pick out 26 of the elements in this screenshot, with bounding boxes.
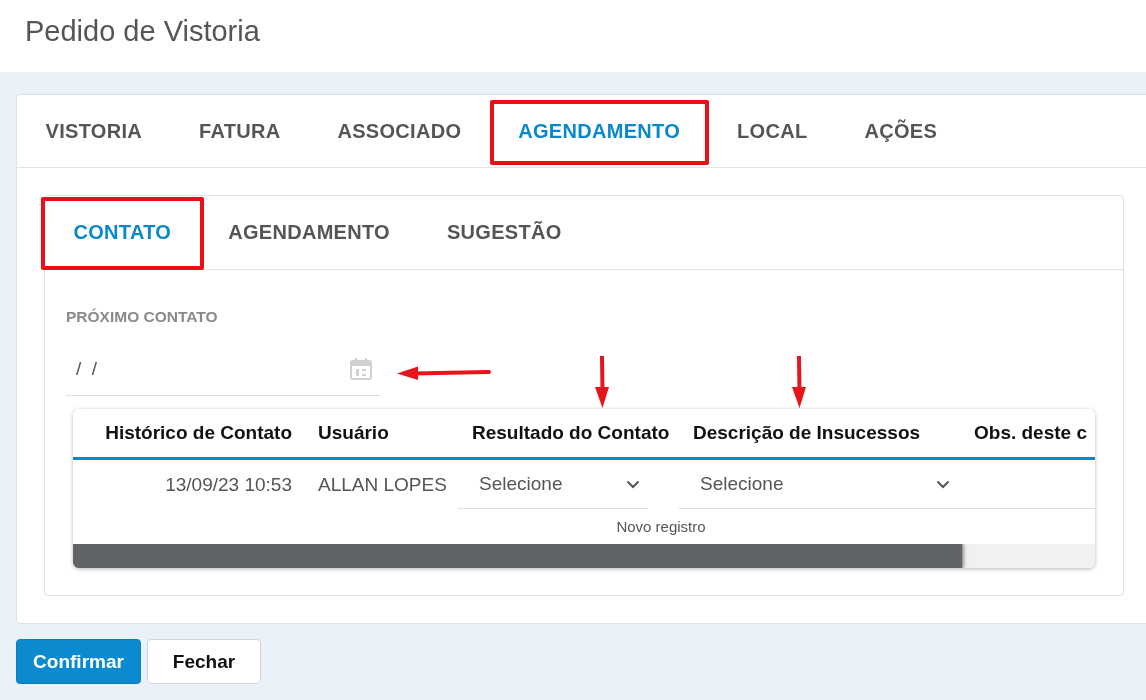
tab[interactable]: ASSOCIADO (308, 95, 490, 167)
tab[interactable]: LOCAL (708, 95, 836, 167)
table-cell: ALLAN LOPES (318, 473, 447, 496)
tab[interactable]: AGENDAMENTO (489, 95, 709, 167)
tab[interactable]: CONTATO (45, 196, 200, 269)
close-button[interactable]: Fechar (147, 639, 261, 684)
column-header: Descrição de Insucessos (693, 422, 921, 444)
page-title: Pedido de Vistoria (25, 14, 260, 49)
tab[interactable]: FATURA (170, 95, 309, 167)
tab[interactable]: AÇÕES (835, 95, 966, 167)
column-header: Usuário (318, 422, 389, 444)
column-header: Histórico de Contato (105, 422, 292, 444)
column-header: Obs. deste c (974, 422, 1087, 444)
tab[interactable]: AGENDAMENTO (199, 196, 419, 269)
field-label: PRÓXIMO CONTATO (66, 307, 218, 327)
tab[interactable]: SUGESTÃO (418, 196, 591, 269)
date-field[interactable]: / / (66, 343, 380, 396)
chevron-down-icon[interactable] (626, 479, 640, 489)
table-cell: 13/09/23 10:53 (165, 473, 292, 496)
tab[interactable]: VISTORIA (17, 95, 171, 167)
confirm-button[interactable]: Confirmar (16, 639, 141, 684)
select-field[interactable]: Selecione (679, 460, 958, 509)
select-field[interactable]: Selecione (458, 460, 648, 509)
column-header: Resultado do Contato (472, 422, 670, 444)
chevron-down-icon[interactable] (936, 479, 950, 489)
new-record-text: Novo registro (616, 518, 706, 535)
